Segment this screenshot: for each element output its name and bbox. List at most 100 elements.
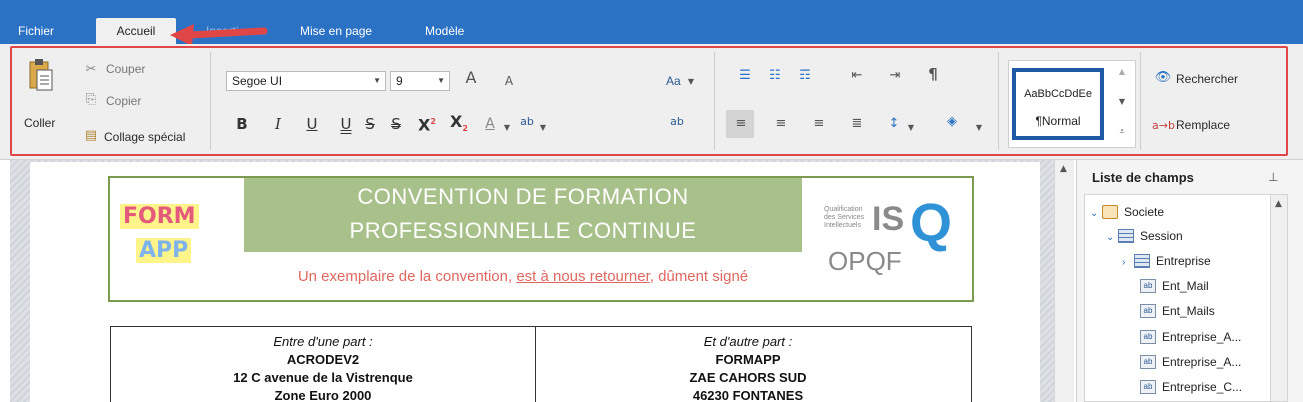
- font-size-value: 9: [396, 74, 403, 88]
- tree-node-entreprise[interactable]: › Entreprise: [1122, 251, 1211, 271]
- gallery-up-icon[interactable]: ▲: [1116, 64, 1128, 80]
- subtitle-part-a: Un exemplaire de la convention,: [297, 268, 517, 285]
- double-underline-button[interactable]: U: [338, 116, 354, 132]
- title-line-2: PROFESSIONNELLE CONTINUE: [349, 218, 697, 243]
- line-spacing-icon[interactable]: ↕: [884, 116, 904, 132]
- formapp-logo: FORM APP: [120, 204, 200, 274]
- group-separator: [998, 52, 999, 150]
- tree-node-label: Ent_Mails: [1162, 304, 1215, 318]
- tree-node-field[interactable]: ab Entreprise_A...: [1140, 327, 1241, 347]
- tree-node-field[interactable]: ab Entreprise_A...: [1140, 352, 1241, 372]
- tab-mise-en-page[interactable]: Mise en page: [300, 18, 390, 44]
- tab-accueil[interactable]: Accueil: [96, 18, 176, 44]
- rechercher-button[interactable]: Rechercher: [1176, 72, 1238, 86]
- isq-q-letter: Q: [910, 193, 953, 253]
- decrease-indent-icon[interactable]: ⇤: [848, 68, 866, 84]
- align-center-icon[interactable]: ≡: [772, 116, 790, 132]
- highlight-button[interactable]: ab: [516, 114, 538, 130]
- align-left-icon[interactable]: ≡: [732, 116, 750, 132]
- multilevel-list-icon[interactable]: ☶: [796, 68, 814, 84]
- superscript-button[interactable]: X2: [416, 114, 438, 133]
- tree-node-field[interactable]: ab Ent_Mail: [1140, 276, 1209, 296]
- font-family-select[interactable]: Segoe UI ▼: [226, 71, 386, 91]
- binoculars-icon: 👁: [1154, 70, 1172, 85]
- shading-icon[interactable]: ◈: [942, 114, 962, 130]
- shrink-font-icon[interactable]: A: [502, 73, 516, 89]
- collapsed-chevron-icon[interactable]: ›: [1122, 253, 1134, 273]
- style-preview-text: AaBbCcDdEe: [1024, 88, 1092, 100]
- align-right-icon[interactable]: ≡: [810, 116, 828, 132]
- clear-format-button[interactable]: ab: [666, 114, 688, 130]
- gallery-more-icon[interactable]: ⩡: [1116, 124, 1128, 140]
- italic-button[interactable]: I: [270, 116, 286, 132]
- scroll-up-icon[interactable]: ▲: [1060, 164, 1067, 174]
- tree-node-label: Ent_Mail: [1162, 279, 1209, 293]
- gallery-down-icon[interactable]: ▼: [1116, 94, 1128, 110]
- paste-icon: [29, 59, 53, 91]
- database-icon: [1102, 204, 1118, 219]
- copier-button[interactable]: Copier: [106, 94, 141, 108]
- field-icon: ab: [1140, 278, 1156, 293]
- increase-indent-icon[interactable]: ⇥: [886, 68, 904, 84]
- tree-node-label: Entreprise: [1156, 254, 1211, 268]
- numbered-list-icon[interactable]: ☷: [766, 68, 784, 84]
- ribbon-tab-bar: Fichier Accueil Insertion Mise en page M…: [0, 0, 1303, 46]
- left-party-cell: Entre d'une part : ACRODEV2 12 C avenue …: [111, 333, 535, 402]
- font-family-value: Segoe UI: [232, 74, 283, 88]
- font-color-button[interactable]: A: [482, 116, 498, 132]
- field-icon: ab: [1140, 329, 1156, 344]
- grow-font-icon[interactable]: A: [462, 70, 480, 86]
- style-name: ¶Normal: [1035, 114, 1081, 128]
- tree-node-field[interactable]: ab Entreprise_C...: [1140, 377, 1242, 397]
- tree-node-label: Entreprise_C...: [1162, 380, 1243, 394]
- remplacer-button[interactable]: Remplace: [1176, 118, 1230, 132]
- field-icon: ab: [1140, 303, 1156, 318]
- double-strikethrough-button[interactable]: S: [388, 116, 404, 132]
- bold-button[interactable]: B: [234, 116, 250, 132]
- expanded-chevron-icon[interactable]: ⌄: [1106, 228, 1118, 248]
- tree-node-field[interactable]: ab Ent_Mails: [1140, 301, 1215, 321]
- chevron-down-icon: ▼: [373, 76, 381, 85]
- tree-node-label: Entreprise_A...: [1162, 330, 1242, 344]
- title-line-1: CONVENTION DE FORMATION: [357, 184, 689, 209]
- tree-node-societe[interactable]: ⌄ Societe: [1090, 202, 1164, 222]
- group-separator: [1140, 52, 1141, 150]
- chevron-down-icon: ▼: [539, 123, 547, 132]
- pilcrow-icon[interactable]: ¶: [924, 66, 942, 82]
- change-case-button[interactable]: Aa: [666, 74, 681, 88]
- bullet-list-icon[interactable]: ☰: [736, 68, 754, 84]
- field-tree-scrollbar[interactable]: ▲: [1270, 194, 1288, 402]
- right-party-city: 46230 FONTANES: [692, 388, 804, 402]
- chevron-down-icon: ▼: [687, 77, 695, 86]
- scroll-up-icon[interactable]: ▲: [1275, 199, 1282, 209]
- table-icon: [1134, 253, 1150, 268]
- style-normal[interactable]: AaBbCcDdEe ¶Normal: [1012, 68, 1104, 140]
- document-scrollbar[interactable]: ▲: [1054, 160, 1074, 402]
- field-icon: ab: [1140, 354, 1156, 369]
- collage-special-button[interactable]: Collage spécial: [104, 130, 185, 144]
- parties-table: Entre d'une part : ACRODEV2 12 C avenue …: [110, 326, 972, 402]
- justify-icon[interactable]: ≣: [848, 116, 866, 132]
- tree-node-session[interactable]: ⌄ Session: [1106, 226, 1183, 246]
- underline-button[interactable]: U: [304, 116, 320, 132]
- title-band: CONVENTION DE FORMATION PROFESSIONNELLE …: [244, 178, 802, 252]
- app-window: Fichier Accueil Insertion Mise en page M…: [0, 0, 1303, 402]
- tree-node-label: Session: [1140, 229, 1183, 243]
- strikethrough-button[interactable]: S: [362, 116, 378, 132]
- subtitle-part-c: , dûment signé: [649, 268, 749, 285]
- superscript-label: X: [418, 115, 431, 135]
- field-icon: ab: [1140, 379, 1156, 394]
- tab-fichier[interactable]: Fichier: [18, 18, 78, 44]
- subscript-button[interactable]: X2: [448, 114, 470, 137]
- font-size-select[interactable]: 9 ▼: [390, 71, 450, 91]
- chevron-down-icon: ▼: [975, 123, 983, 132]
- coller-button[interactable]: Coller: [24, 116, 55, 130]
- couper-button[interactable]: Couper: [106, 62, 145, 76]
- left-party-address: 12 C avenue de la Vistrenque: [233, 370, 413, 385]
- expanded-chevron-icon[interactable]: ⌄: [1090, 204, 1102, 224]
- tree-node-label: Societe: [1124, 205, 1165, 219]
- isq-letters: IS: [872, 200, 905, 238]
- subtitle-part-b: est à nous retourner: [516, 268, 650, 285]
- tab-modele[interactable]: Modèle: [425, 18, 485, 44]
- pin-icon[interactable]: ⊥: [1268, 170, 1278, 184]
